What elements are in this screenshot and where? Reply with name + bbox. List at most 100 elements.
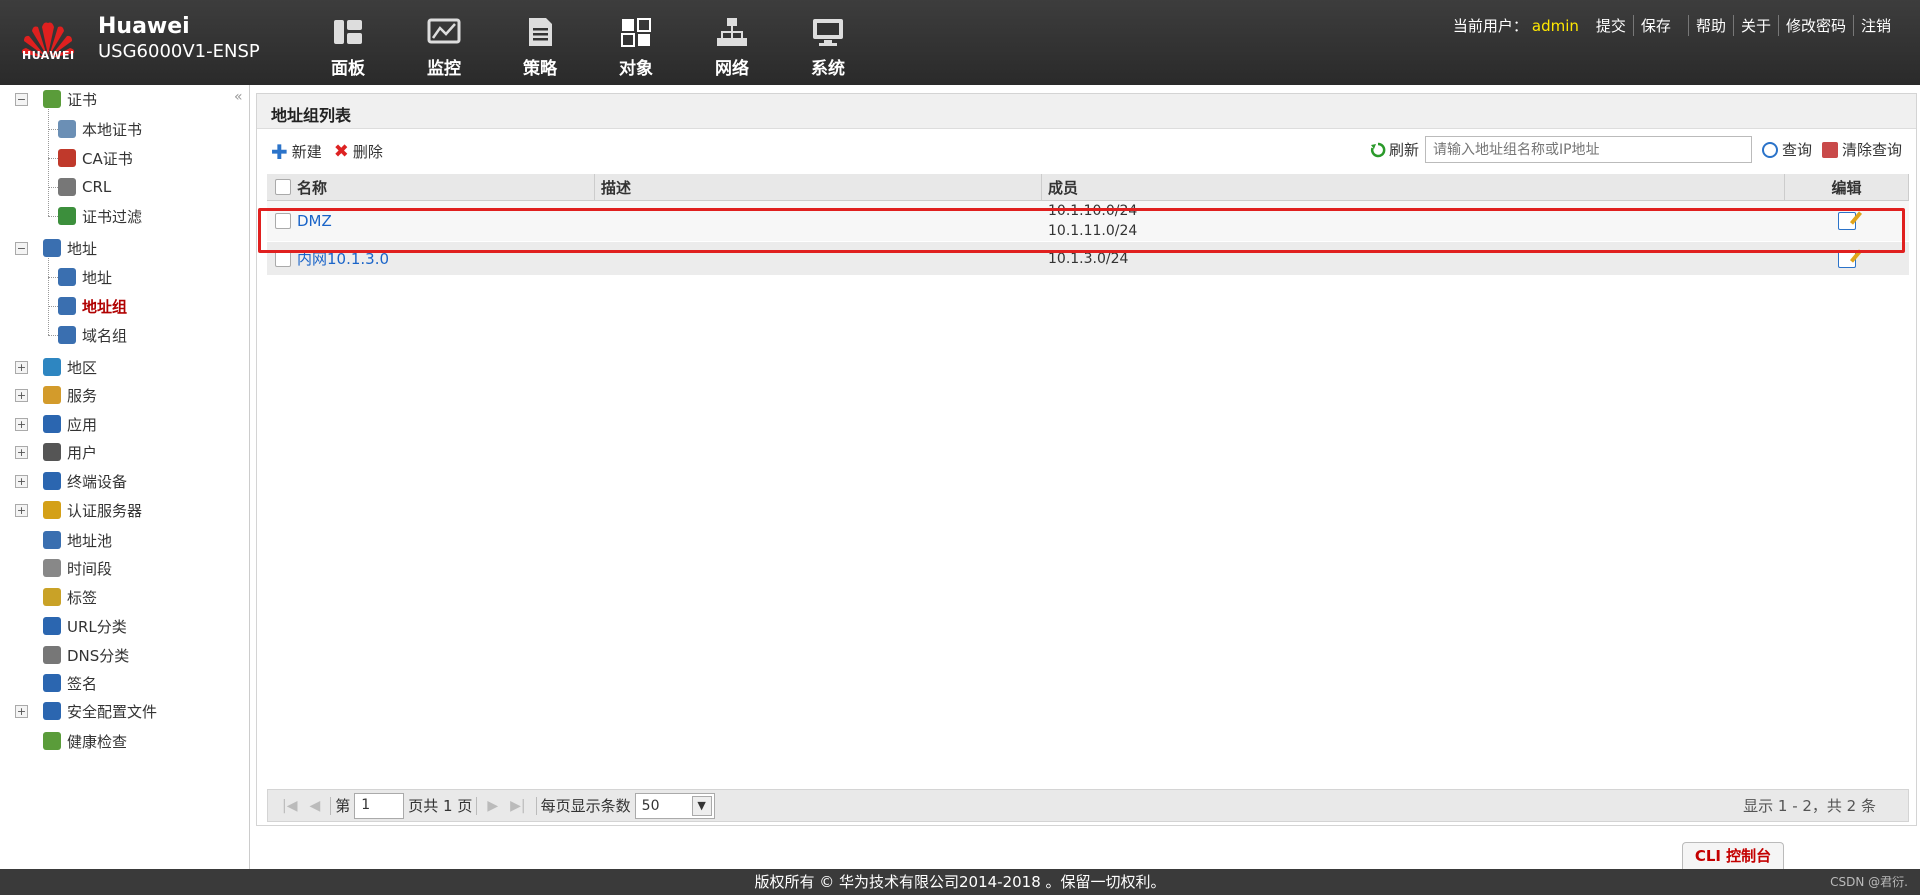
logout-link[interactable]: 注销 xyxy=(1852,15,1898,36)
sidebar-item[interactable]: 地区 xyxy=(43,355,97,379)
logo-text: HUAWEI xyxy=(22,49,75,62)
address-icon xyxy=(43,239,61,257)
health-check-icon xyxy=(43,732,61,750)
cli-console-button[interactable]: CLI 控制台 xyxy=(1682,842,1784,869)
next-page-icon[interactable]: ▶ xyxy=(487,798,498,814)
sidebar-item-label: 证书 xyxy=(67,90,98,109)
submit-link[interactable]: 提交 xyxy=(1589,15,1633,36)
address-pool-icon xyxy=(43,531,61,549)
expand-icon[interactable]: + xyxy=(15,418,28,431)
expand-icon[interactable]: + xyxy=(15,446,28,459)
tree-connector xyxy=(48,277,58,278)
select-all-checkbox[interactable] xyxy=(275,179,291,195)
clear-query-label: 清除查询 xyxy=(1841,141,1902,159)
clear-query-button[interactable]: 清除查询 xyxy=(1821,139,1902,160)
new-button[interactable]: ✚ 新建 xyxy=(271,141,322,162)
sidebar-item[interactable]: 时间段 xyxy=(43,556,112,580)
sidebar-item[interactable]: 安全配置文件 xyxy=(43,699,157,723)
address-group-icon xyxy=(58,297,76,315)
nav-system[interactable]: 系统 xyxy=(780,16,876,79)
sidebar-item[interactable]: CA证书 xyxy=(58,146,133,170)
sidebar-item[interactable]: 终端设备 xyxy=(43,469,127,493)
refresh-button[interactable]: 刷新 xyxy=(1370,139,1419,160)
expand-icon[interactable]: + xyxy=(15,504,28,517)
first-page-icon[interactable]: |◀ xyxy=(282,798,297,814)
user-icon xyxy=(43,443,61,461)
highlight-annotation xyxy=(258,208,1905,253)
expand-icon[interactable]: + xyxy=(15,475,28,488)
sidebar-item[interactable]: 用户 xyxy=(43,440,97,464)
about-link[interactable]: 关于 xyxy=(1732,15,1778,36)
sidebar-item-label: 地址组 xyxy=(82,297,128,316)
nav-monitor[interactable]: 监控 xyxy=(396,16,492,79)
nav-policy-label: 策略 xyxy=(523,59,557,79)
query-button[interactable]: 查询 xyxy=(1761,139,1812,160)
sidebar-item[interactable]: 地址 xyxy=(58,265,112,289)
nav-object[interactable]: 对象 xyxy=(588,16,684,79)
dashboard-icon xyxy=(334,20,362,44)
sidebar-item[interactable]: 标签 xyxy=(43,585,97,609)
nav-policy[interactable]: 策略 xyxy=(492,16,588,79)
sidebar-item[interactable]: 应用 xyxy=(43,412,97,436)
monitor-icon xyxy=(427,18,461,44)
sidebar-item-label: 终端设备 xyxy=(67,472,128,491)
sidebar-item[interactable]: 服务 xyxy=(43,383,97,407)
sidebar-item[interactable]: 域名组 xyxy=(58,323,127,347)
sidebar-item[interactable]: 本地证书 xyxy=(58,117,142,141)
sidebar-item[interactable]: 地址 xyxy=(43,236,97,260)
prev-page-icon[interactable]: ◀ xyxy=(309,798,320,814)
search-icon xyxy=(1761,141,1778,158)
sidebar-item[interactable]: 证书 xyxy=(43,87,97,111)
column-members-label: 成员 xyxy=(1048,178,1079,197)
sidebar-item[interactable]: 地址组 xyxy=(58,294,127,318)
expand-icon[interactable]: + xyxy=(15,389,28,402)
pager-divider xyxy=(535,796,537,815)
sidebar-item[interactable]: CRL xyxy=(58,175,111,199)
expand-icon[interactable]: + xyxy=(15,705,28,718)
sidebar-item[interactable]: 健康检查 xyxy=(43,729,127,753)
collapse-icon[interactable]: − xyxy=(15,242,28,255)
save-link[interactable]: 保存 xyxy=(1632,15,1678,36)
copyright-text: 版权所有 © 华为技术有限公司2014-2018 。保留一切权利。 xyxy=(754,873,1166,891)
nav-monitor-label: 监控 xyxy=(427,59,461,79)
sidebar-item[interactable]: 签名 xyxy=(43,671,97,695)
query-label: 查询 xyxy=(1781,141,1812,159)
page-number-input[interactable]: 1 xyxy=(354,792,405,819)
column-description-header[interactable]: 描述 xyxy=(595,174,1042,200)
column-name-header[interactable]: 名称 xyxy=(267,174,595,200)
sidebar-item-label: 证书过滤 xyxy=(82,207,143,226)
delete-button[interactable]: ✖ 删除 xyxy=(334,141,383,162)
sidebar-item-label: 健康检查 xyxy=(67,732,128,751)
nav-dashboard[interactable]: 面板 xyxy=(300,16,396,79)
column-members-header[interactable]: 成员 xyxy=(1042,174,1785,200)
sidebar-item[interactable]: 证书过滤 xyxy=(58,204,142,228)
search-input[interactable] xyxy=(1424,136,1752,163)
pagination-bar: |◀ ◀ 第 1 页共 1 页 ▶ ▶| 每页显示条数 50 ▼ 显示 1 - … xyxy=(267,789,1909,822)
sidebar-item[interactable]: URL分类 xyxy=(43,614,127,638)
per-page-select[interactable]: 50 ▼ xyxy=(634,792,715,819)
search-area: 刷新 查询 清除查询 xyxy=(1370,136,1902,163)
sidebar-item-label: 地址池 xyxy=(67,531,113,550)
column-name-label: 名称 xyxy=(297,178,328,197)
sidebar-item-label: CA证书 xyxy=(82,149,133,168)
sidebar-item-label: 安全配置文件 xyxy=(67,702,158,721)
nav-network[interactable]: 网络 xyxy=(684,16,780,79)
sidebar-item-label: 域名组 xyxy=(82,326,128,345)
refresh-icon xyxy=(1370,142,1386,157)
column-edit-header: 编辑 xyxy=(1785,174,1909,200)
sidebar-item-label: 地区 xyxy=(67,358,98,377)
column-description-label: 描述 xyxy=(601,178,632,197)
last-page-icon[interactable]: ▶| xyxy=(510,798,525,814)
sidebar-item[interactable]: 认证服务器 xyxy=(43,498,142,522)
help-link[interactable]: 帮助 xyxy=(1687,15,1733,36)
tree-connector xyxy=(48,306,58,307)
sidebar-item[interactable]: 地址池 xyxy=(43,528,112,552)
collapse-sidebar-icon[interactable]: « xyxy=(234,89,243,105)
new-button-label: 新建 xyxy=(291,143,322,161)
sidebar-item[interactable]: DNS分类 xyxy=(43,643,129,667)
collapse-icon[interactable]: − xyxy=(15,93,28,106)
object-icon xyxy=(621,18,651,47)
expand-icon[interactable]: + xyxy=(15,361,28,374)
pager-summary: 显示 1 - 2，共 2 条 xyxy=(1743,797,1876,815)
change-password-link[interactable]: 修改密码 xyxy=(1777,15,1853,36)
